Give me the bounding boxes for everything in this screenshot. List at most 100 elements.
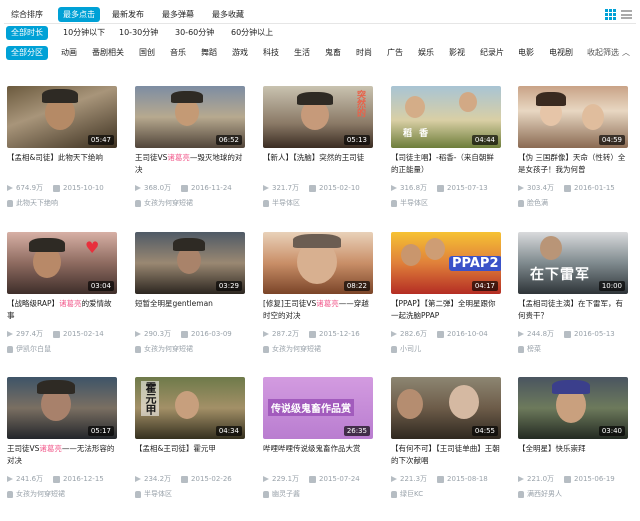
video-title[interactable]: 王司徒VS诸葛亮——无法形容的对决 — [7, 443, 117, 469]
zone-bangumi[interactable]: 番剧相关 — [92, 46, 124, 60]
video-card[interactable]: PPAP2 04:17 【PPAP】【第二弹】全明星跟你一起洗脑PPAP 282… — [391, 232, 501, 367]
zone-kichiku[interactable]: 鬼畜 — [325, 46, 341, 60]
video-card[interactable]: ♥ 03:04 【战略级RAP】诸葛亮的爱情故事 297.4万 2015-02-1… — [7, 232, 117, 367]
video-thumbnail[interactable]: 03:40 — [518, 377, 628, 439]
video-uploader[interactable]: 半导体区 — [391, 198, 501, 208]
video-uploader[interactable]: 女孩为何穿短裙 — [263, 344, 373, 354]
zone-documentary[interactable]: 纪录片 — [480, 46, 504, 60]
video-card[interactable]: 在下雷军 10:00 【孟相司徒主演】在下雷军，有何贵干？ 244.8万 2016… — [518, 232, 628, 367]
zone-tv-series[interactable]: 电视剧 — [549, 46, 573, 60]
collapse-filter-button[interactable]: 收起筛选 ︿ — [587, 46, 630, 60]
view-count: 229.1万 — [272, 475, 300, 483]
video-title[interactable]: 【司徒主唱】-稻香-（来自朝鲜的正能量） — [391, 152, 501, 178]
zone-anime[interactable]: 动画 — [61, 46, 77, 60]
zone-guochuang[interactable]: 国创 — [139, 46, 155, 60]
video-title[interactable]: 【全明星】快乐崇拜 — [518, 443, 628, 469]
video-card[interactable]: 传说级鬼畜作品赏 26:35 哔哩哔哩传说级鬼畜作品大赏 229.1万 2015-… — [263, 377, 373, 512]
zone-filter-bar: 全部分区 动画 番剧相关 国创 音乐 舞蹈 游戏 科技 生活 鬼畜 时尚 广告 … — [0, 46, 640, 62]
sort-most-favorites[interactable]: 最多收藏 — [207, 7, 249, 22]
video-title[interactable]: 哔哩哔哩传说级鬼畜作品大赏 — [263, 443, 373, 469]
video-uploader[interactable]: 幽灵子酱 — [263, 489, 373, 499]
zone-movie[interactable]: 电影 — [518, 46, 534, 60]
video-card[interactable]: 04:55 【有何不可】【王司徒单曲】王朝的下次献唱 221.3万 2015-08… — [391, 377, 501, 512]
video-thumbnail[interactable]: PPAP2 04:17 — [391, 232, 501, 294]
zone-entertainment[interactable]: 娱乐 — [418, 46, 434, 60]
video-thumbnail[interactable]: 06:52 — [135, 86, 245, 148]
zone-fashion[interactable]: 时尚 — [356, 46, 372, 60]
zone-life[interactable]: 生活 — [294, 46, 310, 60]
publish-date: 2016-05-13 — [574, 330, 615, 338]
sort-newest[interactable]: 最新发布 — [107, 7, 149, 22]
duration-all[interactable]: 全部时长 — [6, 26, 48, 40]
video-card[interactable]: 03:29 短暂全明星gentleman 290.3万 2016-03-09 女孩… — [135, 232, 245, 367]
video-card[interactable]: 08:22 [修复]王司徒VS诸葛亮——穿越时空的对决 287.2万 2015-1… — [263, 232, 373, 367]
zone-ad[interactable]: 广告 — [387, 46, 403, 60]
video-thumbnail[interactable]: 稻 香 04:44 — [391, 86, 501, 148]
video-uploader[interactable]: 此物天下绝响 — [7, 198, 117, 208]
video-thumbnail[interactable]: 突然的 05:13 — [263, 86, 373, 148]
zone-dance[interactable]: 舞蹈 — [201, 46, 217, 60]
video-title[interactable]: 【有何不可】【王司徒单曲】王朝的下次献唱 — [391, 443, 501, 469]
calendar-icon — [53, 330, 61, 338]
duration-under-10[interactable]: 10分钟以下 — [58, 26, 110, 40]
video-card[interactable]: 突然的 05:13 【新人】【洗脑】突然的王司徒 321.7万 2015-02-1… — [263, 86, 373, 221]
sort-most-clicks[interactable]: 最多点击 — [58, 7, 100, 22]
video-uploader[interactable]: 女孩为何穿短裙 — [135, 198, 245, 208]
video-title[interactable]: 【孟相&王司徒】霍元甲 — [135, 443, 245, 469]
video-uploader[interactable]: 满西好男人 — [518, 489, 628, 499]
sort-comprehensive[interactable]: 综合排序 — [6, 7, 48, 22]
video-uploader[interactable]: 榜菜 — [518, 344, 628, 354]
video-card[interactable]: 03:40 【全明星】快乐崇拜 221.0万 2015-06-19 满西好男人 — [518, 377, 628, 512]
zone-game[interactable]: 游戏 — [232, 46, 248, 60]
video-uploader[interactable]: 半导体区 — [263, 198, 373, 208]
video-uploader[interactable]: 伊凯尔白鼠 — [7, 344, 117, 354]
video-thumbnail[interactable]: 04:55 — [391, 377, 501, 439]
zone-music[interactable]: 音乐 — [170, 46, 186, 60]
duration-10-30[interactable]: 10-30分钟 — [114, 26, 163, 40]
video-card[interactable]: 06:52 王司徒VS诸葛亮—毁灭地球的对决 368.0万 2016-11-24 … — [135, 86, 245, 221]
video-card[interactable]: 04:59 【伪 三国群像】天命（性转）全是女孩子！我为何曾 303.4万 201… — [518, 86, 628, 221]
video-thumbnail[interactable]: 在下雷军 10:00 — [518, 232, 628, 294]
video-uploader[interactable]: 半导体区 — [135, 489, 245, 499]
video-duration: 04:17 — [471, 281, 498, 291]
video-title[interactable]: 短暂全明星gentleman — [135, 298, 245, 324]
video-thumbnail[interactable]: 传说级鬼畜作品赏 26:35 — [263, 377, 373, 439]
video-thumbnail[interactable]: 05:47 — [7, 86, 117, 148]
video-card[interactable]: 05:47 【孟相&司徒】此物天下绝响 674.9万 2015-10-10 此物天… — [7, 86, 117, 221]
video-title[interactable]: [修复]王司徒VS诸葛亮——穿越时空的对决 — [263, 298, 373, 324]
video-uploader[interactable]: 女孩为何穿短裙 — [7, 489, 117, 499]
video-card[interactable]: 05:17 王司徒VS诸葛亮——无法形容的对决 241.6万 2016-12-15… — [7, 377, 117, 512]
video-card[interactable]: 稻 香 04:44 【司徒主唱】-稻香-（来自朝鲜的正能量） 316.8万 201… — [391, 86, 501, 221]
zone-film-tv[interactable]: 影视 — [449, 46, 465, 60]
video-title[interactable]: 【PPAP】【第二弹】全明星跟你一起洗脑PPAP — [391, 298, 501, 324]
video-thumbnail[interactable]: 03:29 — [135, 232, 245, 294]
sort-most-danmaku[interactable]: 最多弹幕 — [157, 7, 199, 22]
video-title[interactable]: 【伪 三国群像】天命（性转）全是女孩子！我为何曾 — [518, 152, 628, 178]
video-thumbnail[interactable]: 05:17 — [7, 377, 117, 439]
video-title[interactable]: 【孟相&司徒】此物天下绝响 — [7, 152, 117, 178]
video-uploader[interactable]: 绿巨KC — [391, 489, 501, 499]
video-title[interactable]: 王司徒VS诸葛亮—毁灭地球的对决 — [135, 152, 245, 178]
duration-over-60[interactable]: 60分钟以上 — [226, 26, 278, 40]
list-view-icon[interactable] — [621, 9, 632, 20]
video-title[interactable]: 【新人】【洗脑】突然的王司徒 — [263, 152, 373, 178]
zone-all[interactable]: 全部分区 — [6, 46, 48, 60]
zone-tech[interactable]: 科技 — [263, 46, 279, 60]
grid-view-icon[interactable] — [605, 9, 616, 20]
view-count: 674.9万 — [16, 184, 44, 192]
calendar-icon — [309, 184, 317, 192]
duration-30-60[interactable]: 30-60分钟 — [170, 26, 219, 40]
video-thumbnail[interactable]: 08:22 — [263, 232, 373, 294]
video-card[interactable]: 霍元甲 04:34 【孟相&王司徒】霍元甲 234.2万 2015-02-26 半… — [135, 377, 245, 512]
video-title[interactable]: 【孟相司徒主演】在下雷军，有何贵干？ — [518, 298, 628, 324]
video-stats: 290.3万 2016-03-09 — [135, 329, 245, 339]
video-thumbnail[interactable]: 04:59 — [518, 86, 628, 148]
video-thumbnail[interactable]: ♥ 03:04 — [7, 232, 117, 294]
video-title[interactable]: 【战略级RAP】诸葛亮的爱情故事 — [7, 298, 117, 324]
play-icon — [263, 476, 269, 482]
video-uploader[interactable]: 脸色满 — [518, 198, 628, 208]
thumbnail-caption: 稻 香 — [403, 129, 431, 139]
video-uploader[interactable]: 女孩为何穿短裙 — [135, 344, 245, 354]
video-uploader[interactable]: 小司儿 — [391, 344, 501, 354]
video-thumbnail[interactable]: 霍元甲 04:34 — [135, 377, 245, 439]
